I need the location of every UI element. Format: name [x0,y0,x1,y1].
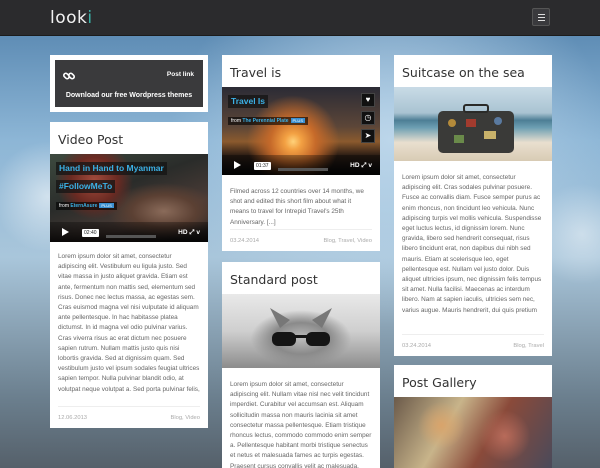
link-icon [62,72,76,80]
standard-post-card: Standard post Lorem ipsum dolor sit amet… [222,262,380,468]
video-title-line-2[interactable]: #FollowMeTo [56,180,116,193]
post-gallery-card: Post Gallery [394,365,552,468]
post-tags[interactable]: Blog, Video [170,415,200,421]
video-time: 01:37 [254,162,271,170]
video-controls: 01:37 HD ⤢ v [222,155,380,175]
plus-badge: PLUS [290,118,305,123]
hd-icon[interactable]: HD [350,162,359,169]
menu-bar [538,14,545,15]
post-tags[interactable]: Blog, Travel, Video [323,238,372,244]
video-title[interactable]: Travel Is [228,95,269,108]
like-heart-icon[interactable]: ♥ [361,93,375,107]
video-author[interactable]: The Perennial Plate [242,118,288,124]
video-author[interactable]: EternAsure [70,203,97,209]
post-meta: 12.06.2013 Blog, Video [58,406,200,421]
from-label: from [59,203,69,209]
video-byline: from The Perennial Plate PLUS [228,117,308,125]
post-title[interactable]: Standard post [222,262,380,294]
suitcase-card: Suitcase on the sea Lorem ipsum dolor si… [394,55,552,356]
post-title[interactable]: Video Post [50,122,208,154]
post-excerpt: Lorem ipsum dolor sit amet, consectetur … [402,174,542,317]
menu-bar [538,17,545,18]
post-title[interactable]: Suitcase on the sea [394,55,552,87]
post-meta: 03.24.2014 Blog, Travel, Video [230,229,372,244]
post-excerpt: Lorem ipsum dolor sit amet, consectetur … [230,381,372,468]
post-date: 03.24.2014 [230,238,260,244]
vimeo-icon[interactable]: v [368,162,372,169]
post-link-card[interactable]: Post link Download our free Wordpress th… [50,55,208,112]
video-side-buttons: ♥ ◷ ➤ [361,93,375,147]
post-link-label: Post link [166,71,194,78]
vimeo-icon[interactable]: v [196,229,200,236]
post-title[interactable]: Travel is [222,55,380,87]
hd-icon[interactable]: HD [178,229,187,236]
post-excerpt: Lorem ipsum dolor sit amet, consectetur … [58,253,200,396]
post-excerpt: Filmed across 12 countries over 14 month… [230,188,364,226]
play-icon[interactable] [234,161,241,169]
video-progress-bar[interactable] [106,235,156,238]
cat-with-sunglasses-image[interactable] [222,294,380,368]
travel-is-card: Travel is Travel Is from The Perennial P… [222,55,380,251]
top-navbar: looki [0,0,600,36]
video-player[interactable]: Hand in Hand to Myanmar #FollowMeTo from… [50,154,208,242]
share-send-icon[interactable]: ➤ [361,129,375,143]
logo-text: look [50,8,88,28]
video-controls: 02:40 HD ⤢ v [50,222,208,242]
from-label: from [231,118,241,124]
fullscreen-icon[interactable]: ⤢ [189,229,194,236]
video-post-card: Video Post Hand in Hand to Myanmar #Foll… [50,122,208,428]
video-title-overlay: Travel Is from The Perennial Plate PLUS [228,91,308,127]
post-meta: 03.24.2014 Blog, Travel [402,334,544,349]
video-icons: HD ⤢ v [178,229,200,237]
fullscreen-icon[interactable]: ⤢ [361,162,366,169]
video-player[interactable]: Travel Is from The Perennial Plate PLUS ♥… [222,87,380,175]
site-logo[interactable]: looki [50,8,93,28]
post-link-text[interactable]: Download our free Wordpress themes [55,92,203,99]
post-link-banner[interactable]: Post link Download our free Wordpress th… [55,60,203,107]
post-date: 12.06.2013 [58,415,88,421]
post-date: 03.24.2014 [402,343,432,349]
post-title[interactable]: Post Gallery [394,365,552,397]
suitcase-graphic [438,104,514,153]
suitcase-image[interactable] [394,87,552,161]
video-title[interactable]: Hand in Hand to Myanmar [56,162,167,175]
sunglasses-graphic [270,308,332,346]
menu-bar [538,20,545,21]
play-icon[interactable] [62,228,69,236]
video-time: 02:40 [82,229,99,237]
menu-toggle-button[interactable] [532,8,550,26]
gallery-image[interactable] [394,397,552,468]
video-icons: HD ⤢ v [350,162,372,170]
video-progress-bar[interactable] [278,168,328,171]
post-tags[interactable]: Blog, Travel [513,343,544,349]
watch-later-clock-icon[interactable]: ◷ [361,111,375,125]
video-title-overlay: Hand in Hand to Myanmar #FollowMeTo from… [56,158,167,212]
logo-accent: i [87,8,93,28]
plus-badge: PLUS [99,203,114,208]
video-byline: from EternAsure PLUS [56,202,117,210]
